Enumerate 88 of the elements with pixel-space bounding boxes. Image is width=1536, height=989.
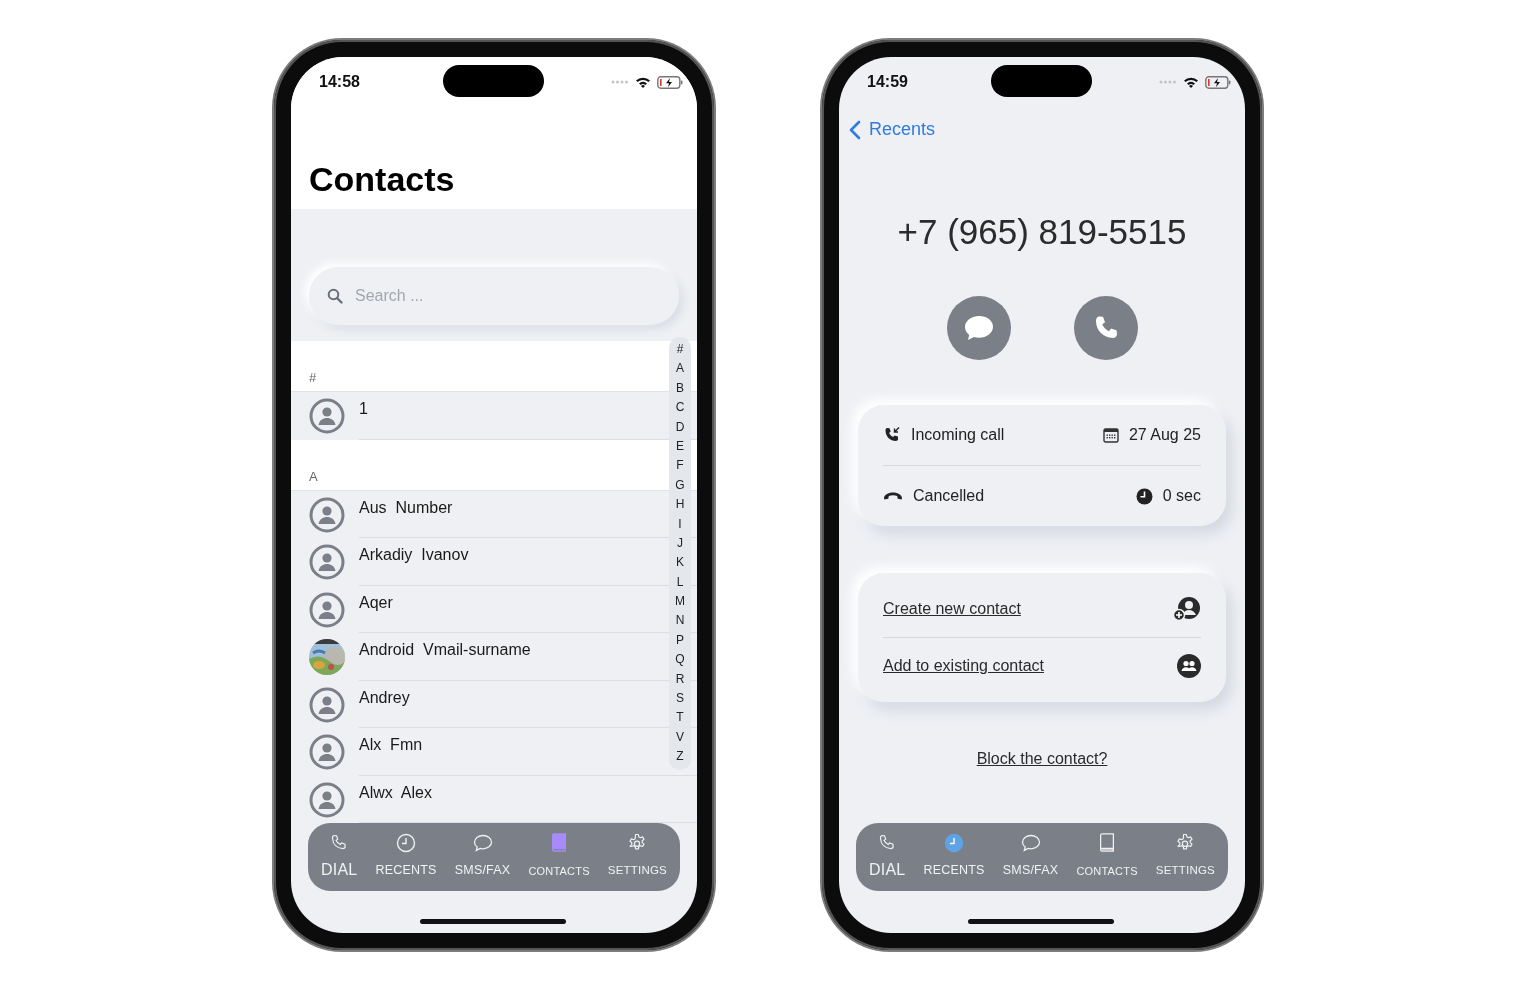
signal-icon bbox=[1159, 80, 1177, 84]
chevron-icon bbox=[849, 119, 861, 140]
tab[interactable]: DIAL bbox=[321, 823, 358, 891]
screen-title: Contacts bbox=[309, 159, 455, 199]
avatar-icon bbox=[309, 544, 345, 580]
index-letter[interactable]: D bbox=[675, 417, 685, 437]
index-letter[interactable]: C bbox=[675, 398, 685, 418]
section-letter: # bbox=[309, 370, 317, 385]
index-letter[interactable]: G bbox=[675, 475, 685, 496]
index-letter[interactable]: E bbox=[676, 436, 684, 457]
contact-name: Arkadiy Ivanov bbox=[359, 546, 469, 564]
add-person-icon[interactable] bbox=[1173, 596, 1201, 622]
incoming-call-icon bbox=[883, 426, 901, 444]
index-letter[interactable]: Q bbox=[675, 650, 685, 670]
search-icon bbox=[327, 288, 343, 304]
tab[interactable]: CONTACTS bbox=[528, 823, 590, 891]
index-letter[interactable]: M bbox=[675, 592, 685, 612]
avatar-icon bbox=[309, 686, 345, 723]
index-letter[interactable]: Z bbox=[676, 747, 684, 767]
settings-icon bbox=[1175, 833, 1196, 853]
index-letter[interactable]: K bbox=[676, 553, 684, 573]
index-letter[interactable]: N bbox=[675, 611, 685, 631]
book-icon bbox=[1098, 833, 1117, 853]
tab[interactable]: RECENTS bbox=[375, 823, 437, 891]
index-letter[interactable]: V bbox=[676, 727, 684, 748]
index-letter[interactable]: H bbox=[675, 495, 685, 515]
settings-icon bbox=[627, 833, 648, 853]
index-letter[interactable]: # bbox=[676, 340, 684, 360]
wifi-icon bbox=[635, 76, 651, 88]
index-letter[interactable]: F bbox=[676, 456, 684, 476]
contact-name: Aqer bbox=[359, 593, 393, 612]
contact-name: Android Vmail-surname bbox=[359, 641, 531, 659]
status-time: 14:58 bbox=[319, 73, 360, 91]
index-letter[interactable]: A bbox=[676, 359, 684, 379]
group-icon[interactable] bbox=[1177, 654, 1201, 678]
index-letter[interactable]: P bbox=[676, 630, 684, 651]
index-letter[interactable]: J bbox=[677, 533, 683, 554]
section-letter: A bbox=[309, 468, 318, 484]
alphabet-index[interactable]: # A B C D E F G H I J K L M N P Q R S T V Z bbox=[669, 337, 691, 770]
action-link[interactable]: Add to existing contact bbox=[883, 657, 1044, 675]
avatar-icon bbox=[309, 496, 345, 533]
search-field[interactable]: Search ... bbox=[309, 267, 679, 325]
battery-icon bbox=[1205, 75, 1231, 89]
tab[interactable]: SMS/FAX bbox=[1002, 823, 1059, 891]
avatar-icon bbox=[309, 398, 345, 434]
clock-icon bbox=[944, 833, 965, 853]
clock-icon bbox=[1135, 487, 1153, 505]
contact-name: Alwx Alex bbox=[359, 783, 432, 802]
tab[interactable]: SETTINGS bbox=[607, 823, 667, 891]
avatar-icon bbox=[309, 734, 345, 770]
wifi-icon bbox=[1183, 76, 1199, 88]
call-detail: Incoming call bbox=[911, 426, 1005, 444]
contact-name: Andrey bbox=[359, 688, 410, 707]
status-time: 14:59 bbox=[867, 73, 908, 91]
call-detail: 27 Aug 25 bbox=[1128, 426, 1201, 444]
action-link[interactable]: Create new contact bbox=[883, 600, 1021, 618]
calendar-icon bbox=[1102, 427, 1119, 443]
tab[interactable]: CONTACTS bbox=[1076, 823, 1138, 891]
tab[interactable]: SETTINGS bbox=[1155, 823, 1215, 891]
chat-bubble-icon bbox=[472, 833, 493, 853]
contact-row[interactable]: Alwx Alex bbox=[291, 775, 697, 823]
avatar-icon bbox=[309, 591, 345, 628]
index-letter[interactable]: I bbox=[678, 514, 682, 534]
battery-icon bbox=[657, 75, 683, 89]
phone-number: +7 (965) 819-5515 bbox=[896, 212, 1188, 252]
index-letter[interactable]: L bbox=[676, 572, 684, 593]
index-letter[interactable]: R bbox=[675, 669, 685, 690]
chat-bubble-icon bbox=[1020, 833, 1041, 853]
index-letter[interactable]: T bbox=[676, 708, 684, 728]
hang-up-icon bbox=[883, 491, 903, 501]
book-icon bbox=[550, 833, 569, 853]
block-contact-link[interactable]: Block the contact? bbox=[976, 750, 1108, 768]
tab[interactable]: RECENTS bbox=[923, 823, 985, 891]
tab[interactable]: SMS/FAX bbox=[454, 823, 511, 891]
search-input[interactable]: Search ... bbox=[353, 286, 661, 306]
index-letter[interactable]: B bbox=[676, 378, 684, 399]
back-link[interactable]: Recents bbox=[849, 119, 936, 140]
call-detail: Cancelled bbox=[913, 487, 985, 505]
tab[interactable]: DIAL bbox=[869, 823, 906, 891]
signal-icon bbox=[611, 80, 629, 84]
contact-name: Alx Fmn bbox=[359, 736, 423, 754]
avatar-icon bbox=[309, 781, 345, 818]
chat-bubble-icon bbox=[962, 314, 995, 342]
contact-name: 1 bbox=[359, 400, 368, 418]
call-detail: 0 sec bbox=[1162, 487, 1201, 505]
clock-icon bbox=[396, 833, 417, 853]
index-letter[interactable]: S bbox=[676, 689, 684, 709]
contact-name: Aus Number bbox=[359, 498, 453, 517]
